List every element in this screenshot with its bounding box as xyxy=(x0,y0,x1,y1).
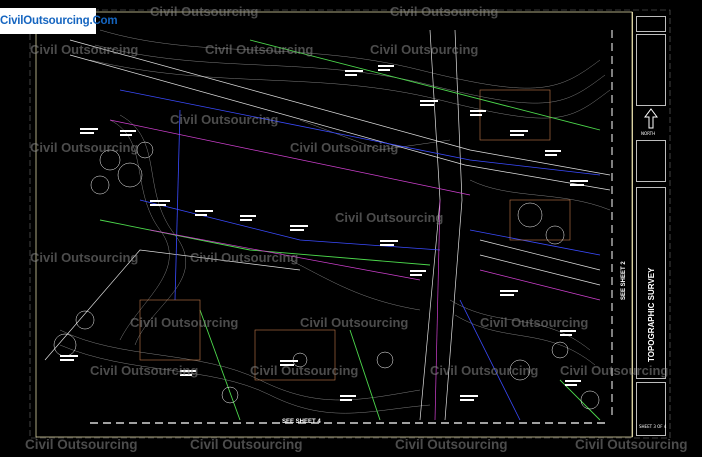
survey-callouts xyxy=(60,65,588,401)
building-outlines xyxy=(139,89,571,381)
sheet-title: TOPOGRAPHIC SURVEY xyxy=(647,267,656,362)
title-block: TOPOGRAPHIC SURVEY SHEET 3 OF 4 xyxy=(632,12,669,437)
title-block-header-box xyxy=(636,16,666,32)
cad-drawing-canvas[interactable]: TOPOGRAPHIC SURVEY SHEET 3 OF 4 NORTH SE… xyxy=(0,0,702,453)
tree-symbols xyxy=(53,141,600,410)
civil-outsourcing-logo[interactable]: CivilOutsourcing.Com xyxy=(0,8,118,34)
north-arrow-icon xyxy=(644,108,658,129)
utility-lines-green xyxy=(99,39,601,421)
see-sheet-bottom-label: SEE SHEET 4 xyxy=(282,419,321,425)
sheet-border-inner xyxy=(35,11,633,438)
see-sheet-right-label: SEE SHEET 2 xyxy=(621,261,627,300)
sheet-number: SHEET 3 OF 4 xyxy=(639,424,667,429)
topographic-survey-drawing xyxy=(29,9,671,439)
title-block-revisions-box xyxy=(636,34,666,106)
north-label: NORTH xyxy=(641,131,656,136)
title-block-scale-box xyxy=(636,140,666,182)
